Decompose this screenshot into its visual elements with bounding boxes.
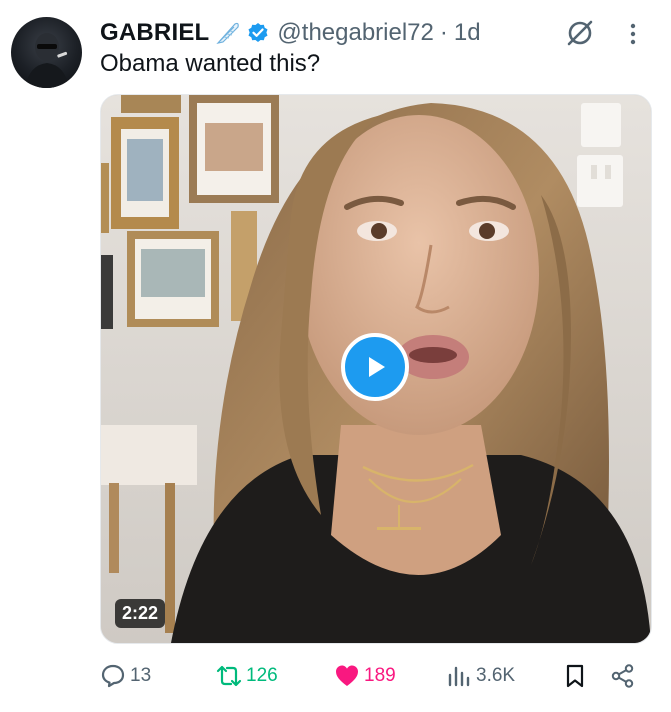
share-icon	[610, 663, 636, 689]
like-button[interactable]: 189	[334, 656, 396, 696]
separator-dot: ·	[439, 19, 448, 46]
reply-button[interactable]: 13	[100, 656, 151, 696]
share-button[interactable]	[610, 656, 636, 696]
play-button[interactable]	[341, 333, 409, 401]
retweet-icon	[216, 663, 242, 689]
avatar[interactable]	[11, 17, 82, 88]
timestamp[interactable]: 1d	[454, 19, 481, 47]
more-options-icon[interactable]	[621, 20, 645, 48]
video-duration: 2:22	[115, 599, 166, 628]
like-count: 189	[364, 665, 396, 686]
feather-emoji-icon	[215, 20, 241, 46]
views-chart-icon	[446, 663, 472, 689]
bookmark-icon	[562, 663, 588, 689]
retweet-count: 126	[246, 665, 278, 686]
play-icon	[369, 357, 385, 377]
tweet-header: GABRIEL @thegabriel72 · 1d	[100, 14, 651, 52]
bookmark-button[interactable]	[562, 656, 588, 696]
grok-icon[interactable]	[563, 16, 597, 50]
retweet-button[interactable]: 126	[216, 656, 278, 696]
author-handle[interactable]: @thegabriel72	[277, 19, 433, 47]
reply-count: 13	[130, 665, 152, 686]
action-bar: 13 126 189 3.6K	[100, 656, 645, 696]
view-count: 3.6K	[476, 665, 516, 686]
views-button[interactable]: 3.6K	[446, 656, 515, 696]
verified-badge-icon	[247, 22, 269, 44]
tweet[interactable]: GABRIEL @thegabriel72 · 1d Obama wanted …	[0, 0, 671, 712]
tweet-text: Obama wanted this?	[100, 50, 321, 77]
reply-icon	[100, 663, 126, 689]
author-name[interactable]: GABRIEL	[100, 19, 209, 47]
video-player[interactable]: 2:22	[100, 94, 652, 644]
like-heart-icon	[334, 663, 360, 689]
